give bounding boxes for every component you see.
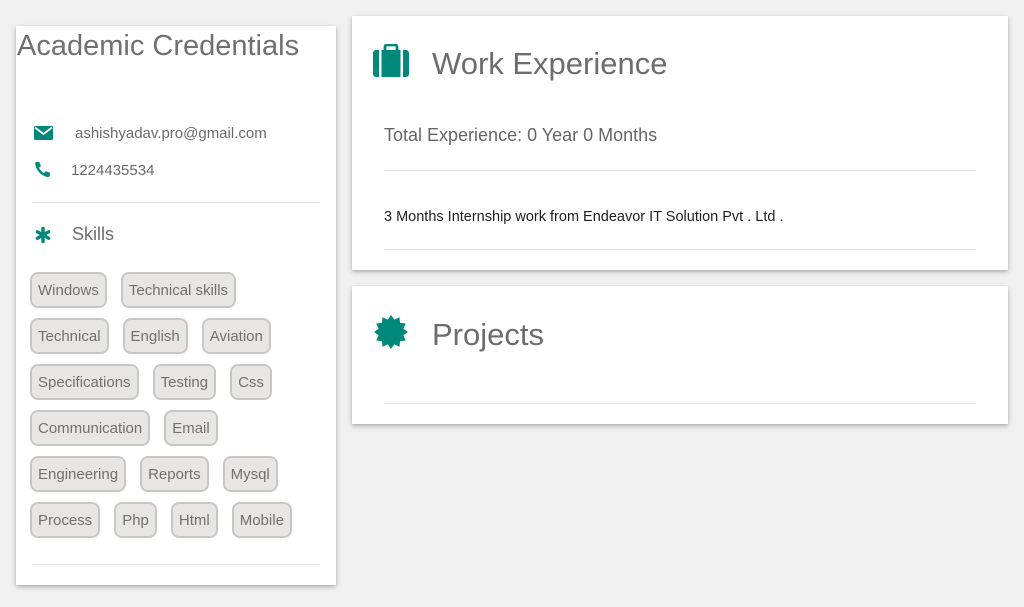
briefcase-icon — [372, 43, 410, 83]
skills-list: Windows Technical skills Technical Engli… — [30, 272, 320, 538]
skill-chip[interactable]: Communication — [30, 410, 151, 446]
work-header: Work Experience — [372, 43, 668, 83]
email-row: ashishyadav.pro@gmail.com — [34, 124, 267, 142]
skill-chip[interactable]: Specifications — [30, 364, 139, 400]
badge-icon — [372, 314, 410, 355]
experience-item: 3 Months Internship work from Endeavor I… — [384, 209, 784, 225]
asterisk-icon — [34, 226, 54, 244]
skill-chip[interactable]: Php — [114, 502, 157, 538]
email-text[interactable]: ashishyadav.pro@gmail.com — [75, 125, 267, 142]
work-title: Work Experience — [432, 45, 668, 81]
skill-chip[interactable]: Mobile — [231, 502, 292, 538]
work-divider — [384, 170, 976, 171]
work-experience-card: Work Experience Total Experience: 0 Year… — [352, 16, 1008, 270]
skills-divider — [32, 564, 320, 565]
skill-chip[interactable]: Mysql — [222, 456, 278, 492]
skill-chip[interactable]: English — [122, 318, 188, 354]
skill-chip[interactable]: Testing — [152, 364, 217, 400]
skill-chip[interactable]: Windows — [30, 272, 107, 308]
skill-chip[interactable]: Html — [170, 502, 218, 538]
phone-icon — [34, 161, 54, 179]
phone-row: 1224435534 — [34, 161, 154, 179]
skill-chip[interactable]: Email — [164, 410, 218, 446]
credentials-title: Academic Credentials — [17, 30, 300, 62]
projects-card: Projects — [352, 286, 1008, 424]
skills-header: Skills — [34, 224, 114, 245]
skill-chip[interactable]: Aviation — [201, 318, 271, 354]
projects-divider — [384, 403, 976, 404]
contact-divider — [32, 202, 320, 203]
skill-chip[interactable]: Technical — [30, 318, 109, 354]
work-bottom-divider — [384, 249, 976, 250]
skill-chip[interactable]: Engineering — [30, 456, 127, 492]
skill-chip[interactable]: Process — [30, 502, 101, 538]
skill-chip[interactable]: Technical skills — [120, 272, 237, 308]
projects-header: Projects — [372, 314, 544, 355]
envelope-icon — [34, 124, 54, 142]
skills-label: Skills — [72, 224, 115, 244]
skill-chip[interactable]: Css — [230, 364, 272, 400]
projects-title: Projects — [432, 316, 544, 352]
skill-chip[interactable]: Reports — [140, 456, 209, 492]
phone-text: 1224435534 — [71, 161, 155, 179]
total-experience: Total Experience: 0 Year 0 Months — [384, 125, 658, 145]
credentials-card: Academic Credentials ashishyadav.pro@gma… — [16, 26, 336, 585]
